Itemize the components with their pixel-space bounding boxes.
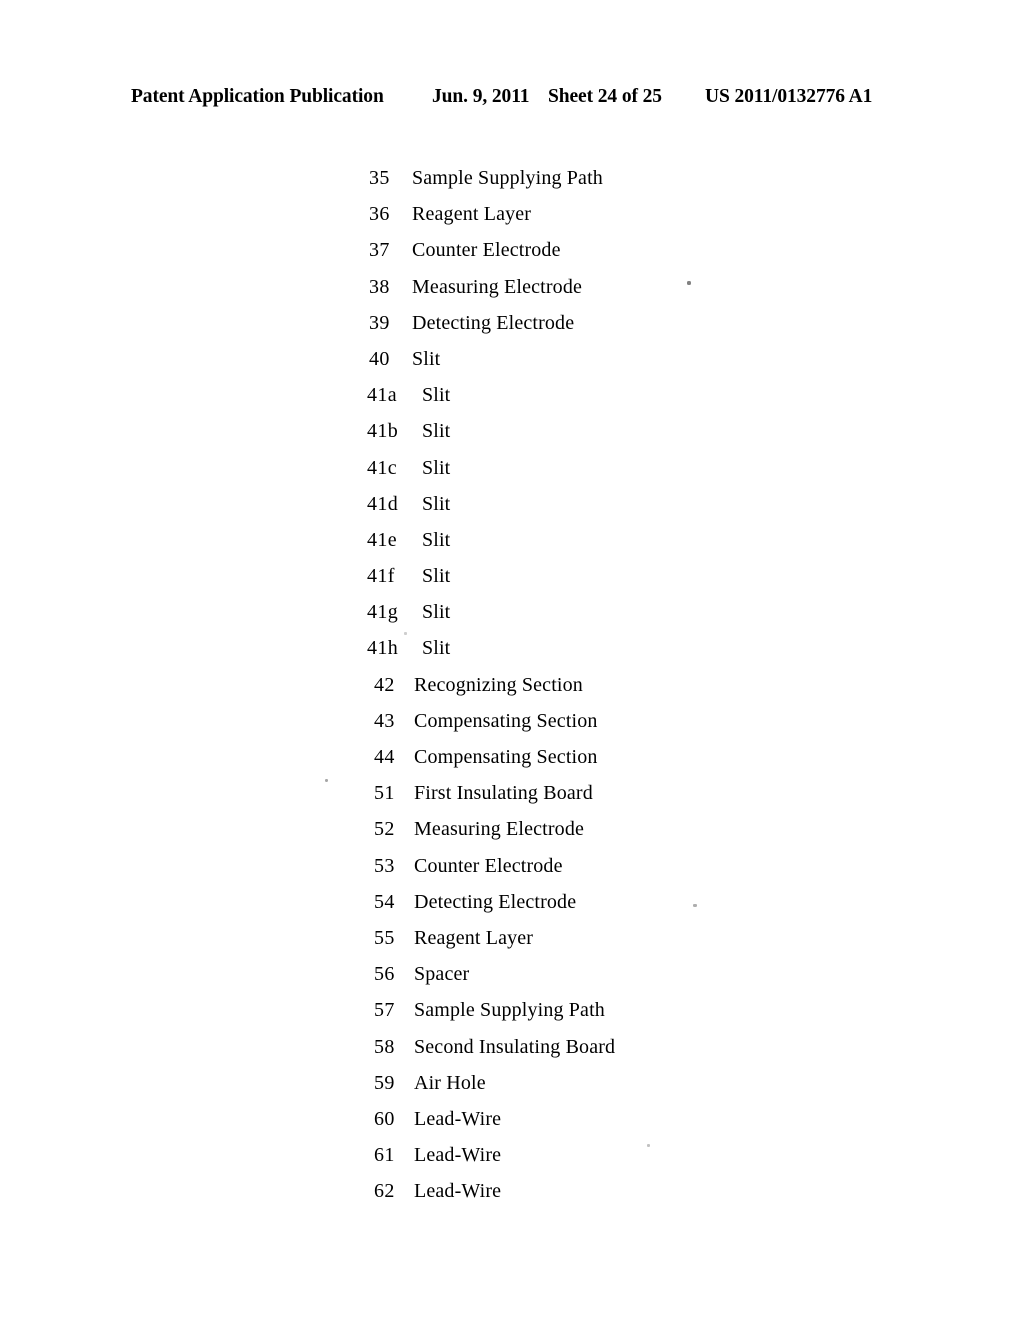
reference-number: 38: [369, 275, 390, 298]
reference-number: 41c: [367, 456, 398, 479]
reference-list-row: 59 Air Hole: [0, 1065, 1024, 1101]
reference-label: Counter Electrode: [414, 854, 563, 877]
reference-number: 43: [374, 709, 395, 732]
reference-list-row: 51 First Insulating Board: [0, 775, 1024, 811]
reference-list-row: 35 Sample Supplying Path: [0, 160, 1024, 196]
reference-list-row: 62 Lead-Wire: [0, 1173, 1024, 1209]
scan-artifact-speck: [647, 1144, 650, 1147]
reference-list-row: 41c Slit: [0, 450, 1024, 486]
page-running-header: Patent Application Publication Jun. 9, 2…: [131, 86, 901, 112]
reference-list-row: 36 Reagent Layer: [0, 196, 1024, 232]
reference-label: Sample Supplying Path: [414, 999, 605, 1022]
reference-label: Counter Electrode: [412, 239, 561, 262]
reference-number: 56: [374, 963, 395, 986]
reference-label: Slit: [422, 528, 451, 551]
reference-number: 60: [374, 1107, 395, 1130]
header-document-number: US 2011/0132776 A1: [705, 86, 873, 107]
reference-label: Spacer: [414, 963, 470, 986]
reference-list-row: 57 Sample Supplying Path: [0, 992, 1024, 1028]
reference-label: Slit: [422, 492, 451, 515]
reference-label: Slit: [422, 384, 451, 407]
reference-list-row: 37 Counter Electrode: [0, 232, 1024, 268]
reference-list-row: 58 Second Insulating Board: [0, 1029, 1024, 1065]
reference-number: 61: [374, 1144, 395, 1167]
reference-number: 37: [369, 239, 390, 262]
scan-artifact-speck: [325, 779, 328, 782]
reference-label: Sample Supplying Path: [412, 167, 603, 189]
reference-number: 41f: [367, 565, 395, 588]
reference-label: Slit: [412, 347, 441, 370]
reference-label: Compensating Section: [414, 709, 598, 732]
header-sheet-number: Sheet 24 of 25: [548, 86, 662, 107]
reference-number: 41e: [367, 528, 398, 551]
reference-list-row: 41h Slit: [0, 630, 1024, 666]
reference-list-row: 41f Slit: [0, 558, 1024, 594]
reference-label: Slit: [422, 637, 451, 660]
reference-list-row: 60 Lead-Wire: [0, 1101, 1024, 1137]
reference-list-row: 43 Compensating Section: [0, 703, 1024, 739]
reference-list-row: 41a Slit: [0, 377, 1024, 413]
reference-number: 41a: [367, 384, 398, 407]
reference-number: 41h: [367, 637, 399, 660]
patent-publication-page: Patent Application Publication Jun. 9, 2…: [0, 0, 1024, 1320]
reference-number: 53: [374, 854, 395, 877]
reference-list-row: 61 Lead-Wire: [0, 1137, 1024, 1173]
reference-label: Reagent Layer: [412, 203, 532, 226]
reference-numeral-list: 35 Sample Supplying Path 36 Reagent Layer 37…: [0, 160, 1024, 1209]
reference-list-row: 41d Slit: [0, 486, 1024, 522]
reference-number: 58: [374, 1035, 395, 1058]
reference-label: Compensating Section: [414, 746, 598, 768]
reference-list-row: 42 Recognizing Section: [0, 667, 1024, 703]
reference-list-row: 52 Measuring Electrode: [0, 811, 1024, 847]
reference-label: Detecting Electrode: [412, 311, 575, 334]
reference-list-row: 41e Slit: [0, 522, 1024, 558]
scan-artifact-speck: [404, 632, 407, 635]
scan-artifact-speck: [693, 904, 697, 907]
reference-number: 52: [374, 818, 395, 841]
reference-number: 55: [374, 926, 395, 949]
reference-label: Slit: [422, 601, 451, 624]
reference-label: Air Hole: [414, 1071, 486, 1094]
reference-number: 57: [374, 999, 395, 1022]
reference-list-row: 41g Slit: [0, 594, 1024, 630]
reference-label: Slit: [422, 456, 451, 479]
reference-label: Lead-Wire: [414, 1180, 502, 1203]
scan-artifact-speck: [687, 281, 691, 285]
reference-list-row: 54 Detecting Electrode: [0, 884, 1024, 920]
reference-list-row: 39 Detecting Electrode: [0, 305, 1024, 341]
reference-number: 62: [374, 1180, 395, 1203]
reference-label: First Insulating Board: [414, 782, 593, 805]
reference-list-row: 38 Measuring Electrode: [0, 269, 1024, 305]
reference-label: Measuring Electrode: [414, 818, 585, 841]
reference-number: 59: [374, 1071, 395, 1094]
reference-label: Lead-Wire: [414, 1144, 502, 1167]
reference-number: 39: [369, 311, 390, 334]
reference-label: Slit: [422, 565, 451, 588]
reference-number: 41g: [367, 601, 399, 624]
reference-number: 41d: [367, 492, 399, 515]
reference-label: Lead-Wire: [414, 1107, 502, 1130]
reference-label: Measuring Electrode: [412, 275, 583, 298]
reference-label: Slit: [422, 420, 451, 443]
reference-number: 40: [369, 347, 390, 370]
header-publication-date: Jun. 9, 2011: [432, 86, 530, 107]
reference-number: 36: [369, 203, 390, 226]
reference-label: Recognizing Section: [414, 673, 583, 696]
reference-list-row: 40 Slit: [0, 341, 1024, 377]
reference-list-row: 41b Slit: [0, 413, 1024, 449]
reference-list-row: 55 Reagent Layer: [0, 920, 1024, 956]
reference-label: Detecting Electrode: [414, 890, 577, 913]
reference-label: Reagent Layer: [414, 926, 534, 949]
reference-number: 44: [374, 746, 395, 768]
reference-number: 41b: [367, 420, 399, 443]
reference-label: Second Insulating Board: [414, 1035, 616, 1058]
reference-list-row: 56 Spacer: [0, 956, 1024, 992]
reference-number: 54: [374, 890, 395, 913]
reference-number: 51: [374, 782, 395, 805]
reference-list-row: 44 Compensating Section: [0, 739, 1024, 775]
reference-list-row: 53 Counter Electrode: [0, 848, 1024, 884]
header-publication-title: Patent Application Publication: [131, 86, 384, 107]
reference-number: 35: [369, 167, 390, 189]
reference-number: 42: [374, 673, 395, 696]
